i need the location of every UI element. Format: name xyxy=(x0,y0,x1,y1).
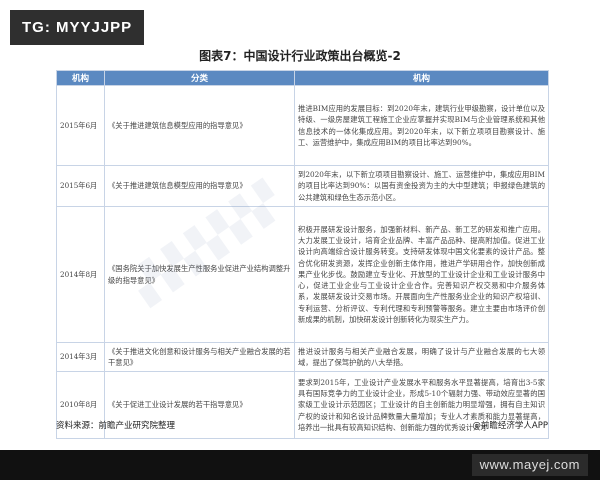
table-row: 2014年8月 《国务院关于加快发展生产性服务业促进产业结构调整升级的指导意见》… xyxy=(56,206,549,343)
policy-table: 机构 分类 机构 2015年6月 《关于推进建筑信息模型应用的指导意见》 推进B… xyxy=(56,70,549,439)
row-category: 《关于推进文化创意和设计服务与相关产业融合发展的若干意见》 xyxy=(104,342,295,372)
row-description: 推进设计服务与相关产业融合发展，明确了设计与产业融合发展的七大领域，提出了保驾护… xyxy=(294,342,549,372)
row-category: 《关于推进建筑信息模型应用的指导意见》 xyxy=(104,85,295,166)
row-description: 推进BIM应用的发展目标：到2020年末，建筑行业甲级勘察，设计单位以及特级、一… xyxy=(294,85,549,166)
table-row: 2015年6月 《关于推进建筑信息模型应用的指导意见》 到2020年末，以下新立… xyxy=(56,165,549,207)
tag-label: TG: MYYJJPP xyxy=(10,10,145,45)
row-description: 积极开展研发设计服务，加强新材料、新产品、新工艺的研发和推广应用。大力发展工业设… xyxy=(294,206,549,343)
table-row: 2015年6月 《关于推进建筑信息模型应用的指导意见》 推进BIM应用的发展目标… xyxy=(56,85,549,166)
header-agency: 机构 xyxy=(56,70,105,86)
row-date: 2014年3月 xyxy=(56,342,105,372)
header-category: 分类 xyxy=(104,70,295,86)
bottom-bar: www.mayej.com xyxy=(0,450,600,480)
figure-title: 图表7：中国设计行业政策出台概览-2 xyxy=(199,49,401,63)
row-category: 《关于推进建筑信息模型应用的指导意见》 xyxy=(104,165,295,207)
credit-note: @前瞻经济学人APP xyxy=(472,421,548,431)
row-description: 到2020年末，以下新立项项目勘察设计、施工、运营维护中，集成应用BIM的项目比… xyxy=(294,165,549,207)
table-row: 2014年3月 《关于推进文化创意和设计服务与相关产业融合发展的若干意见》 推进… xyxy=(56,342,549,372)
row-category: 《国务院关于加快发展生产性服务业促进产业结构调整升级的指导意见》 xyxy=(104,206,295,343)
source-note: 资料来源：前瞻产业研究院整理 xyxy=(56,421,176,431)
row-date: 2015年6月 xyxy=(56,85,105,166)
row-date: 2014年8月 xyxy=(56,206,105,343)
header-content: 机构 xyxy=(294,70,549,86)
row-date: 2015年6月 xyxy=(56,165,105,207)
site-link[interactable]: www.mayej.com xyxy=(471,454,588,476)
table-header-row: 机构 分类 机构 xyxy=(56,70,549,86)
